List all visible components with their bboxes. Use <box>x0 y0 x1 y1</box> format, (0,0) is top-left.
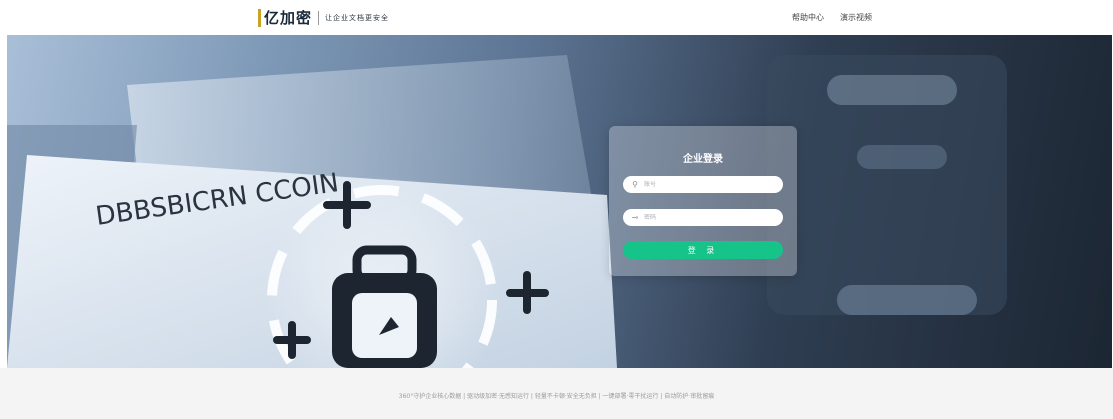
username-field[interactable]: ⚲ <box>623 176 783 193</box>
logo-wordmark: 亿加密 <box>258 9 312 27</box>
username-input[interactable] <box>642 181 776 188</box>
hero-background-illustration: DBBSBICRN CCOIN <box>7 55 1007 368</box>
password-field[interactable]: ⊸ <box>623 209 783 226</box>
nav-help-center[interactable]: 帮助中心 <box>792 12 824 23</box>
top-header: 亿加密 让企业文档更安全 帮助中心 演示视频 <box>0 0 1113 35</box>
footer-feature-text: 360°守护企业核心数据 | 驱动级加密·无感知运行 | 轻量不卡顿·安全无负担… <box>398 393 715 400</box>
footer: 360°守护企业核心数据 | 驱动级加密·无感知运行 | 轻量不卡顿·安全无负担… <box>0 368 1113 419</box>
login-card: 企业登录 ⚲ ⊸ 登 录 <box>609 126 797 276</box>
brand-logo[interactable]: 亿加密 让企业文档更安全 <box>258 7 389 29</box>
login-title: 企业登录 <box>683 154 723 165</box>
user-icon: ⚲ <box>632 180 638 189</box>
logo-slogan: 让企业文档更安全 <box>325 14 390 22</box>
hero-banner: DBBSBICRN CCOIN 企业登录 ⚲ ⊸ 登 录 <box>7 35 1112 368</box>
login-button[interactable]: 登 录 <box>623 241 783 259</box>
key-icon: ⊸ <box>631 213 639 222</box>
nav-demo-video[interactable]: 演示视频 <box>840 12 872 23</box>
password-input[interactable] <box>642 214 776 221</box>
top-nav: 帮助中心 演示视频 <box>792 12 872 23</box>
logo-divider <box>318 11 320 25</box>
